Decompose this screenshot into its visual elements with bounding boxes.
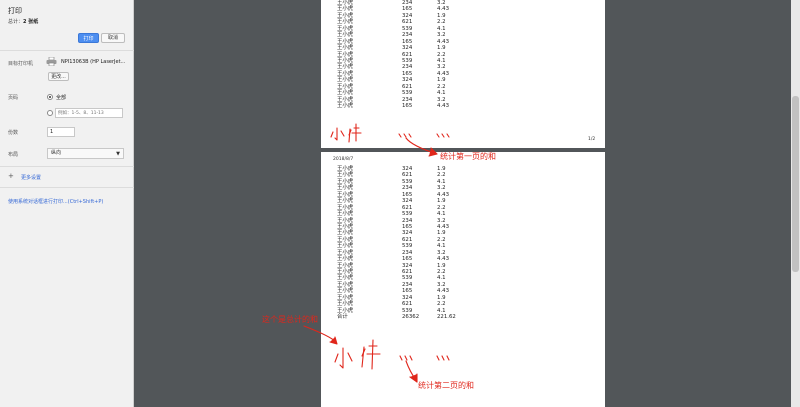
annotation-page1-sum: 统计第一页的和 bbox=[440, 152, 496, 161]
arrow-1-head bbox=[428, 147, 438, 157]
annotation-page2-sum: 统计第二页的和 bbox=[418, 381, 474, 390]
handwritten-subtotal-1 bbox=[330, 123, 362, 143]
ellipsis-mark-2 bbox=[399, 355, 450, 361]
handwritten-subtotal-2 bbox=[334, 339, 381, 370]
arrow-2 bbox=[303, 325, 337, 343]
arrow-3-head bbox=[409, 373, 418, 383]
annotation-overlay bbox=[303, 123, 450, 383]
ellipsis-mark-1 bbox=[398, 133, 450, 138]
annotation-page2-note: 这个是总计的和 bbox=[262, 315, 318, 324]
